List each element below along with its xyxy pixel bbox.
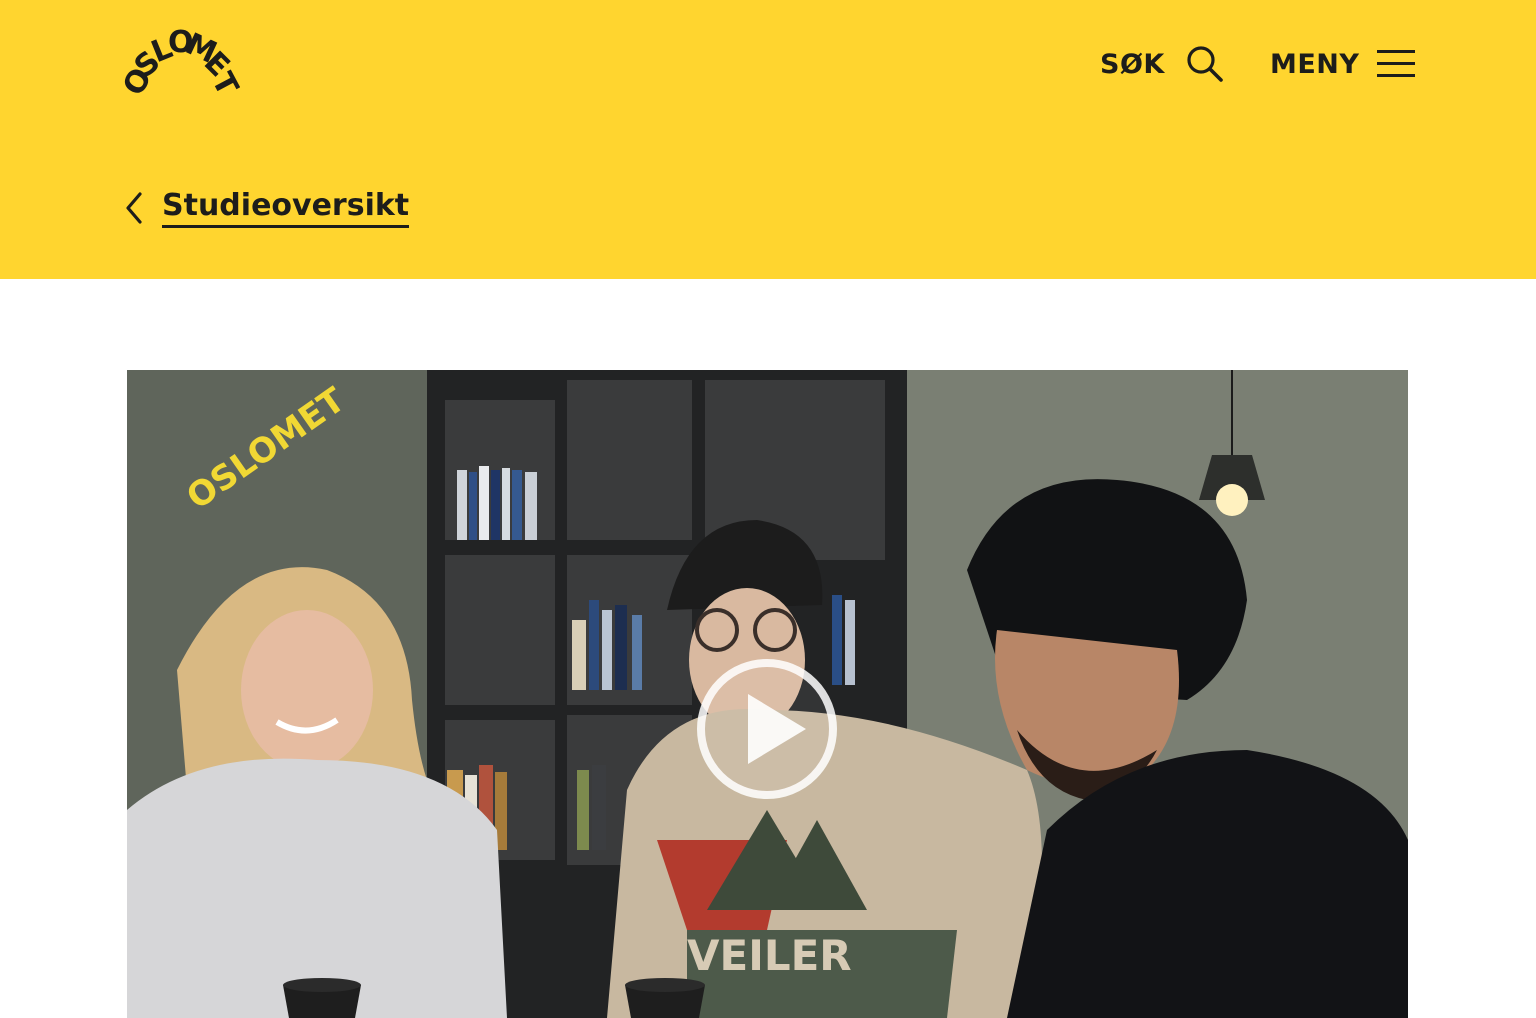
search-label: SØK [1100, 48, 1165, 80]
hamburger-menu-icon [1377, 48, 1416, 80]
play-button[interactable] [694, 656, 840, 802]
back-link-label: Studieoversikt [162, 188, 410, 228]
sweater-print: VEILER [687, 931, 852, 980]
search-icon [1185, 44, 1225, 84]
menu-button[interactable]: MENY [1270, 40, 1416, 88]
search-button[interactable]: SØK [1100, 40, 1225, 88]
video-player[interactable]: OSLOMET VEILER [127, 370, 1408, 1018]
oslomet-logo-mark: O S L O M E T [116, 25, 245, 102]
oslomet-logo[interactable]: O S L O M E T [116, 22, 245, 102]
back-to-study-overview-link[interactable]: Studieoversikt [124, 188, 410, 228]
site-header: O S L O M E T SØK MENY Studieoversikt [0, 0, 1536, 279]
chevron-left-icon [124, 191, 144, 225]
play-icon [697, 659, 837, 799]
menu-label: MENY [1270, 48, 1360, 80]
